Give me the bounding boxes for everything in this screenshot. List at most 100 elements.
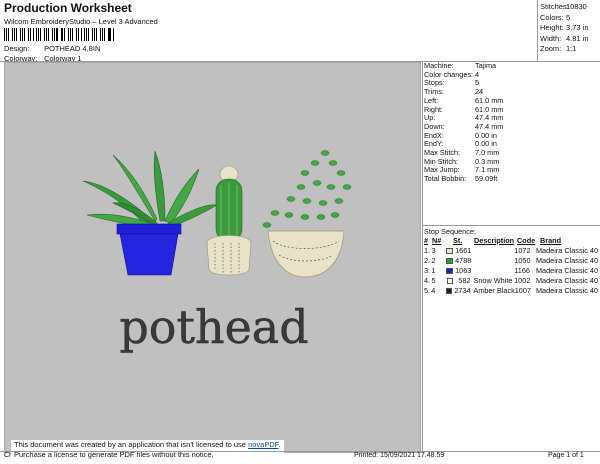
- needle-number: 5: [431, 276, 436, 285]
- thread-code: 1166: [514, 266, 530, 275]
- trailing-plant: [262, 150, 352, 228]
- needle-number: 4: [431, 286, 436, 295]
- barcode-bar: [11, 28, 13, 41]
- info-row: Up: 47.4 mm: [424, 114, 598, 123]
- row-index: 1.: [424, 246, 431, 255]
- sequence-divider: [423, 225, 600, 226]
- design-preview: pothead: [4, 62, 421, 453]
- novapdf-link[interactable]: novaPDF: [248, 440, 278, 449]
- thread-brand: Madeira Classic 40: [535, 246, 599, 255]
- info-label: Total Bobbin:: [424, 174, 467, 184]
- page-title: Production Worksheet: [4, 1, 132, 15]
- thread-brand: Madeira Classic 40: [535, 286, 598, 295]
- stitch-count: 582: [458, 276, 471, 285]
- stat-height: Height: 3.73 in: [540, 23, 589, 32]
- panel-divider: [422, 62, 423, 453]
- thread-brand: Madeira Classic 40: [535, 276, 599, 285]
- thread-description: Amber Black: [473, 286, 515, 295]
- thread-code: 1050: [514, 256, 531, 265]
- barcode-bar: [27, 28, 30, 41]
- color-swatch: [446, 248, 454, 254]
- barcode-bar: [24, 28, 25, 41]
- info-row: Trims: 24: [424, 87, 598, 97]
- barcode-bar: [16, 28, 18, 41]
- table-row: 4. 5 582 Snow White 1002 Madeira Classic 40: [424, 276, 598, 286]
- row-index: 5.: [424, 286, 431, 295]
- color-swatch: [446, 258, 454, 264]
- design-value: POTHEAD 4,8IN: [44, 44, 101, 53]
- barcode-bar: [96, 28, 98, 41]
- thread-code: 1072: [514, 246, 531, 255]
- stat-zoom: Zoom: 1:1: [540, 44, 577, 53]
- color-swatch: [445, 288, 453, 294]
- stitch-count: 4788: [455, 256, 472, 265]
- machine-info-panel: Machine: Tajima Color changes: 4 Stops: 5 Trim…: [424, 61, 598, 184]
- table-row: 5. 4 2734 Amber Black 1007 Madeira Classic 40: [424, 286, 598, 296]
- footer-divider: [0, 451, 600, 452]
- info-row: EndX: 0.00 in: [424, 131, 598, 141]
- table-row: 3. 1 1063 1166 Madeira Classic 40: [424, 266, 598, 276]
- thread-brand: Madeira Classic 40: [535, 266, 599, 275]
- table-row: 1. 3 1661 1072 Madeira Classic 40: [424, 246, 598, 256]
- license-notice: This document was created by an applicat…: [11, 440, 284, 460]
- barcode-bar: [67, 28, 69, 41]
- stats-panel: Stitches: 10830 Colors: 5 Height: 3.73 in W…: [540, 2, 596, 55]
- cactus-plant: [206, 165, 252, 276]
- page-number: Page 1 of 1: [548, 452, 584, 459]
- color-swatch: [446, 278, 454, 284]
- color-swatch: [446, 268, 454, 274]
- thread-code: 1002: [514, 276, 531, 285]
- stats-divider: [537, 0, 538, 61]
- info-row: Stops: 5: [424, 79, 598, 88]
- barcode-bar: [40, 28, 42, 41]
- barcode-bar: [84, 28, 85, 41]
- needle-number: 1: [431, 266, 436, 275]
- info-row: Down: 47.4 mm: [424, 122, 598, 132]
- thread-brand: Madeira Classic 40: [535, 256, 599, 265]
- row-index: 4.: [424, 276, 431, 285]
- barcode-bar: [76, 28, 78, 41]
- design-row: Design: POTHEAD 4,8IN: [4, 44, 100, 53]
- blue-pot: [116, 223, 182, 276]
- info-row: Left: 61.0 mm: [424, 96, 598, 106]
- barcode-bar: [109, 28, 111, 41]
- design-label: Design:: [4, 44, 30, 53]
- notice-line1: This document was created by an applicat…: [14, 440, 281, 449]
- printed-timestamp: Printed: 15/09/2021 17.48.59: [354, 452, 445, 459]
- thread-code: 1007: [514, 286, 531, 295]
- barcode-bar: [72, 28, 74, 41]
- stop-sequence-table: # N# St. Description Code Brand 1. 3 1661 1…: [424, 236, 598, 296]
- stat-stitches: Stitches: 10830: [540, 2, 587, 11]
- barcode-bar: [91, 28, 93, 41]
- table-header: # N# St. Description Code Brand: [424, 236, 562, 245]
- stitch-count: 2734: [454, 286, 471, 295]
- aloe-plant: [82, 150, 218, 228]
- row-index: 3.: [424, 266, 431, 275]
- stat-colors: Colors: 5: [540, 12, 571, 22]
- info-value: 59.09ft: [475, 174, 498, 184]
- cream-pot: [267, 230, 345, 278]
- stop-sequence-title: Stop Sequence:: [424, 227, 476, 236]
- embroidery-artwork: pothead: [82, 150, 352, 354]
- needle-number: 3: [431, 246, 436, 255]
- info-row: Color changes: 4: [424, 70, 598, 80]
- footer-cr: Cr: [4, 452, 12, 459]
- barcode-bar: [56, 28, 58, 41]
- software-subtitle: Wilcom EmbroideryStudio – Level 3 Advanc…: [4, 17, 158, 26]
- barcode-bar: [53, 28, 55, 41]
- info-row: Right: 61.0 mm: [424, 105, 598, 115]
- stat-width: Width: 4.81 in: [540, 33, 589, 43]
- info-row: Total Bobbin: 59.09ft: [424, 174, 598, 184]
- design-text: pothead: [119, 300, 308, 354]
- stitch-count: 1063: [455, 266, 472, 275]
- barcode-bar: [4, 28, 5, 41]
- row-index: 2.: [424, 256, 431, 265]
- barcode-bar: [35, 28, 37, 41]
- table-row: 2. 2 4788 1050 Madeira Classic 40: [424, 256, 598, 266]
- barcode-bar: [104, 28, 105, 41]
- stitch-count: 1661: [455, 246, 472, 255]
- barcode: [4, 28, 116, 41]
- thread-description: Snow White: [473, 276, 513, 285]
- needle-number: 2: [431, 256, 436, 265]
- barcode-bar: [48, 28, 50, 41]
